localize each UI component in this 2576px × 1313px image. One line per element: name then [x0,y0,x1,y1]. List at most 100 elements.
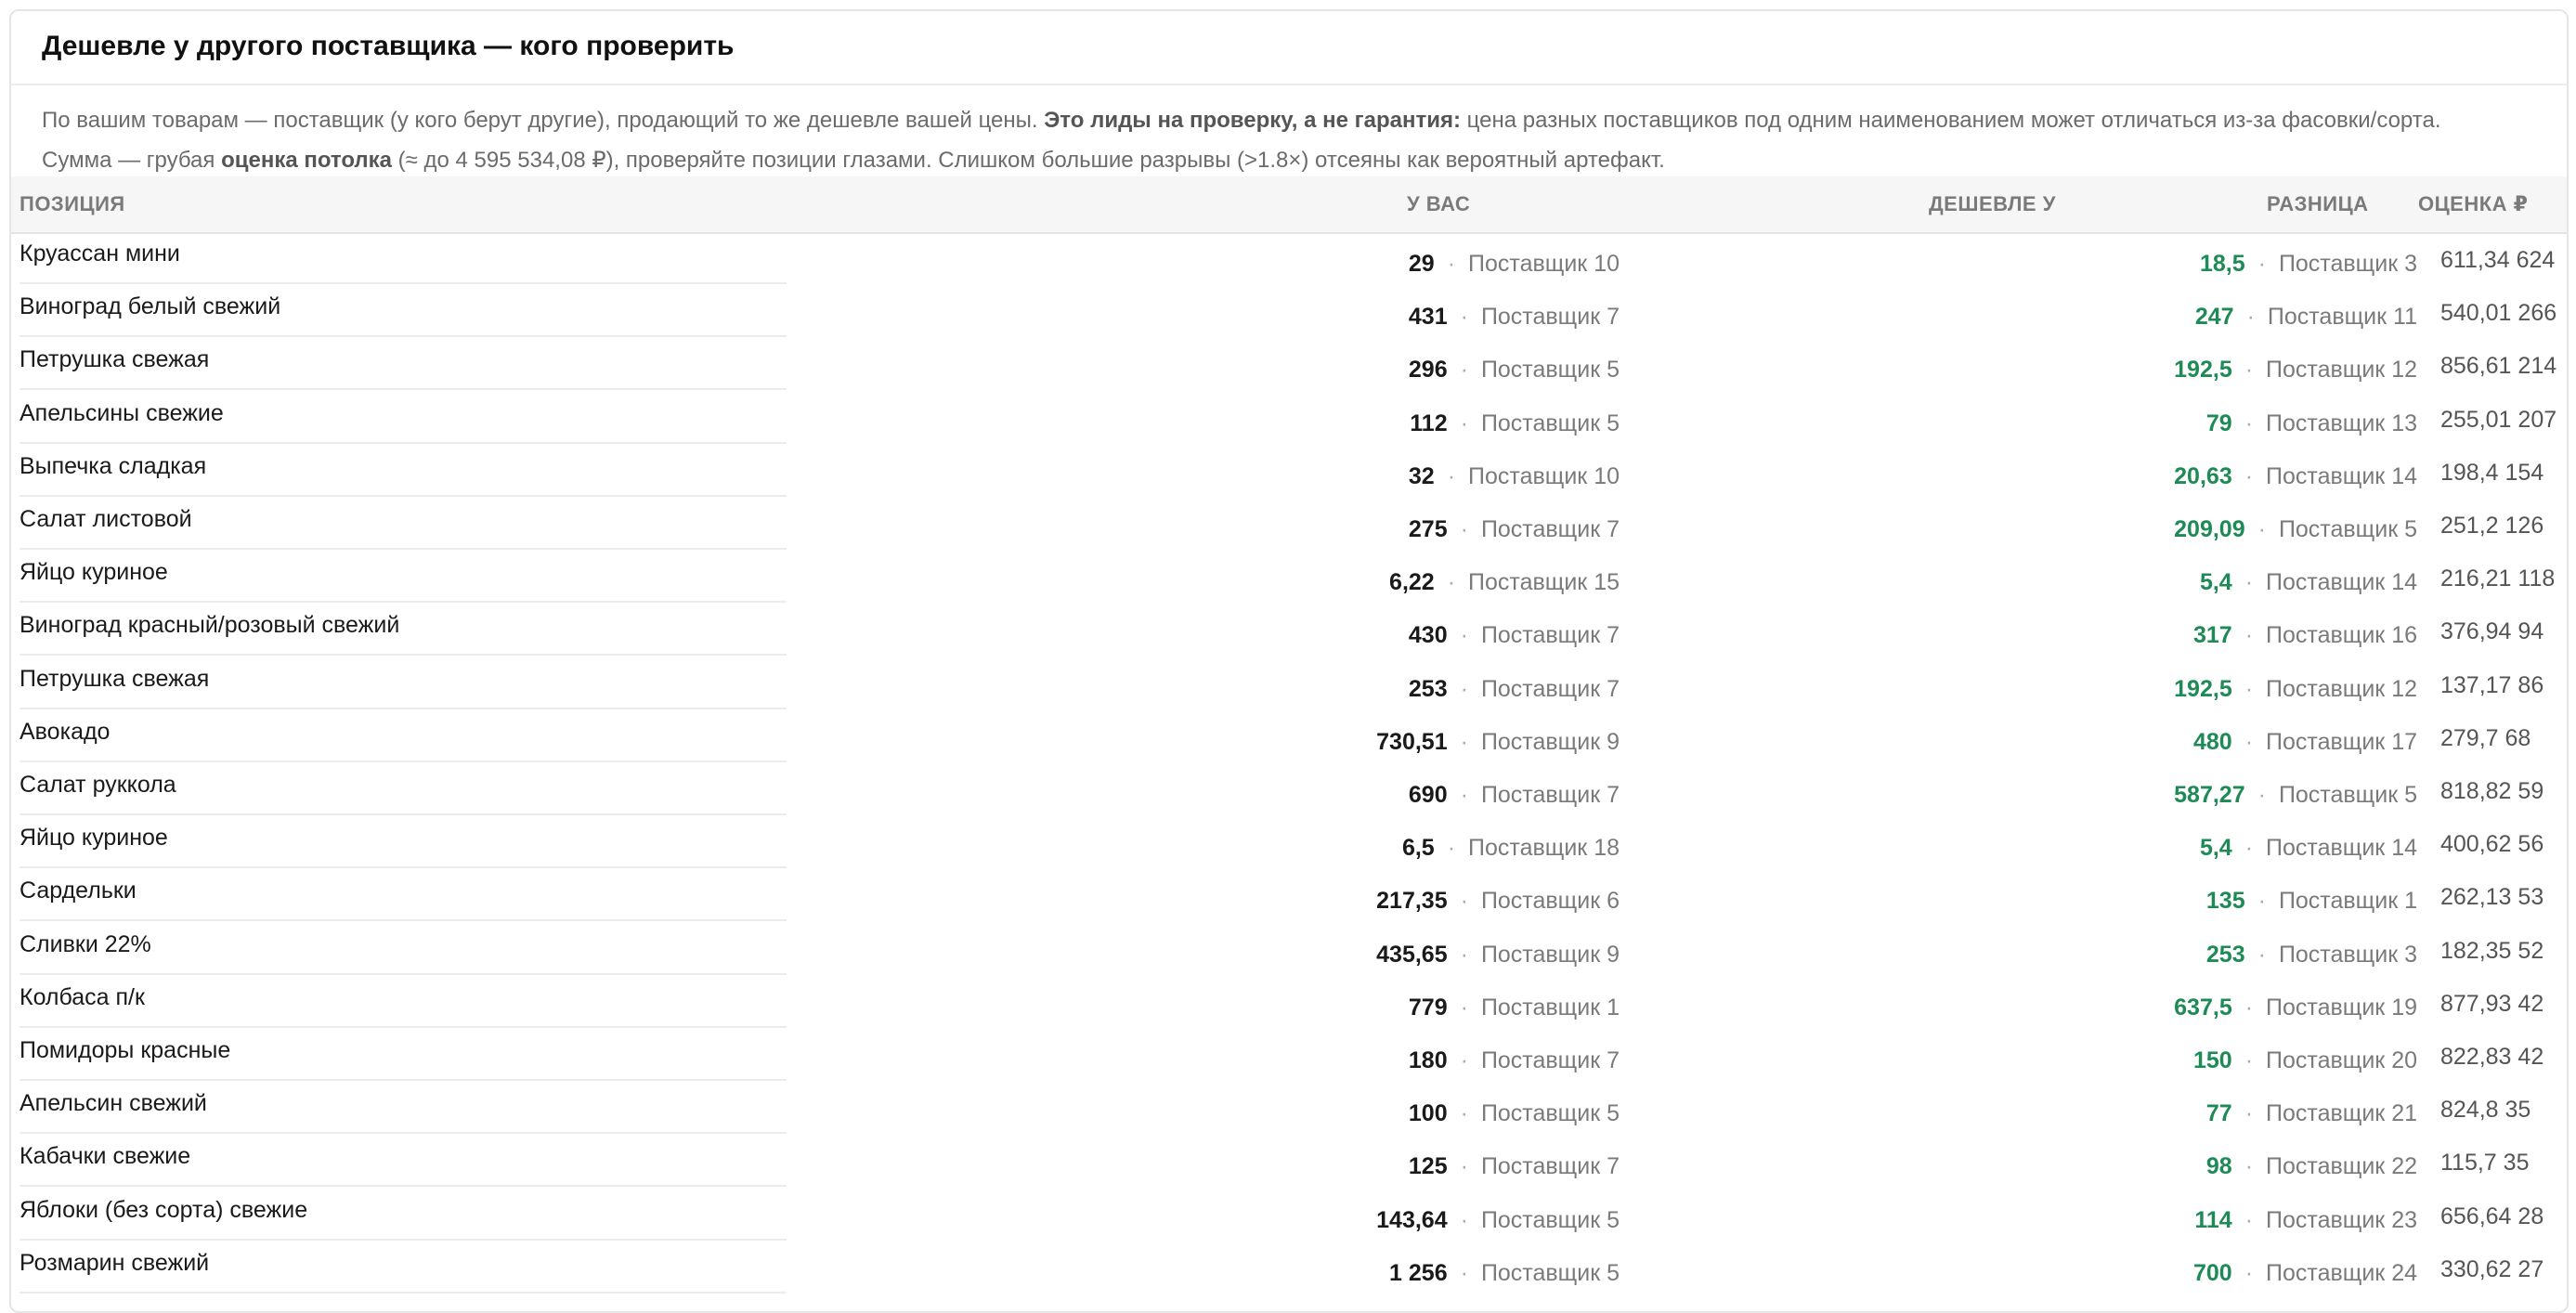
table-row[interactable]: Петрушка свежая 296 · Поставщик 5 192,5 · Пост… [11,338,2567,391]
table-row[interactable]: Сардельки 217,35 · Поставщик 6 135 · Поставщик… [11,869,2567,922]
table-row[interactable]: Помидоры красные 180 · Поставщик 7 150 · Поста… [11,1029,2567,1082]
table-row[interactable]: Яйцо куриное 6,5 · Поставщик 18 5,4 · Поставщи… [11,816,2567,869]
estimate-value: 207 255,01 [2440,406,2557,433]
your-price: 296 [1408,357,1448,384]
table-row[interactable]: Выпечка сладкая 32 · Поставщик 10 20,63 · Пост… [11,445,2567,498]
estimate-value: 27 330,62 [2440,1255,2544,1282]
cheaper-price-cell: 480 · Поставщик 17 [2193,710,2417,762]
your-price: 100 [1408,1100,1448,1127]
description-text: цена разных поставщиков под одним наимен… [1461,108,2441,133]
cheaper-price: 700 [2193,1259,2232,1286]
cheaper-supplier: Поставщик 14 [2266,462,2417,489]
separator-dot: · [2244,569,2254,596]
your-supplier: Поставщик 10 [1468,462,1620,489]
cheaper-price: 209,09 [2174,516,2245,542]
cheaper-price-cell: 192,5 · Поставщик 12 [2174,657,2417,709]
column-header-estimate[interactable]: ОЦЕНКА ₽ [2418,192,2528,216]
cheaper-price-cell: 209,09 · Поставщик 5 [2174,498,2417,550]
table-row[interactable]: Розмарин свежий 1 256 · Поставщик 5 700 · Пост… [11,1242,2567,1294]
separator-dot: · [2244,1206,2254,1233]
your-price-cell: 430 · Поставщик 7 [1409,604,1620,656]
estimate-value: 94 376,94 [2440,618,2544,645]
separator-dot: · [2244,1259,2254,1286]
cheaper-supplier: Поставщик 23 [2266,1206,2417,1233]
your-supplier: Поставщик 7 [1480,675,1620,702]
separator-dot: · [2244,1047,2254,1073]
table-row[interactable]: Салат руккола 690 · Поставщик 7 587,27 · Поста… [11,763,2567,816]
your-price-cell: 217,35 · Поставщик 6 [1376,869,1620,921]
your-supplier: Поставщик 9 [1480,941,1620,968]
cheaper-price: 98 [2205,1153,2232,1180]
cheaper-price-cell: 700 · Поставщик 24 [2193,1242,2417,1294]
separator-dot: · [2244,1153,2254,1180]
your-supplier: Поставщик 7 [1480,1047,1620,1073]
separator-dot: · [2257,888,2266,915]
cheaper-supplier: Поставщик 21 [2266,1100,2417,1127]
cheaper-price: 77 [2205,1100,2232,1127]
cheaper-price: 135 [2205,888,2245,915]
position-name: Салат руккола [20,763,787,815]
your-price-cell: 275 · Поставщик 7 [1409,498,1620,550]
your-supplier: Поставщик 7 [1480,1153,1620,1180]
cheaper-supplier: Поставщик 14 [2266,835,2417,862]
cheaper-supplier: Поставщик 19 [2266,994,2417,1020]
table-row[interactable]: Авокадо 730,51 · Поставщик 9 480 · Поставщик 1… [11,710,2567,763]
cheaper-price-cell: 135 · Поставщик 1 [2206,869,2417,921]
table-row[interactable]: Апельсин свежий 100 · Поставщик 5 77 · Поставщ… [11,1082,2567,1135]
separator-dot: · [2244,410,2254,436]
separator-dot: · [2244,728,2254,755]
your-price: 125 [1408,1153,1448,1180]
column-header-diff[interactable]: РАЗНИЦА [2267,192,2369,216]
column-header-position[interactable]: ПОЗИЦИЯ [20,192,125,216]
table-row[interactable]: Яйцо куриное 6,22 · Поставщик 15 5,4 · Поставщ… [11,551,2567,604]
cheaper-price-cell: 150 · Поставщик 20 [2193,1029,2417,1081]
your-price: 779 [1408,994,1448,1020]
your-price: 431 [1408,304,1448,331]
estimate-value: 214 856,61 [2440,353,2557,380]
table-row[interactable]: Виноград красный/розовый свежий 430 · Поста… [11,604,2567,656]
cheaper-supplier: Поставщик 17 [2266,728,2417,755]
table-row[interactable]: Виноград белый свежий 431 · Поставщик 7 247 ·… [11,285,2567,338]
description-text: По вашим товарам — поставщик (у кого бер… [42,108,1045,133]
table-row[interactable]: Апельсины свежие 112 · Поставщик 5 79 · Постав… [11,392,2567,445]
column-header-yours[interactable]: У ВАС [1407,192,1470,216]
your-supplier: Поставщик 5 [1480,1259,1620,1286]
your-price: 690 [1408,782,1448,808]
separator-dot: · [2244,1100,2254,1127]
table-row[interactable]: Круассан мини 29 · Поставщик 10 18,5 · Поставщ… [11,232,2567,285]
separator-dot: · [1447,569,1456,596]
cheaper-supplier: Поставщик 22 [2266,1153,2417,1180]
cheaper-price: 5,4 [2199,835,2232,862]
cheaper-price-cell: 5,4 · Поставщик 14 [2200,816,2417,868]
separator-dot: · [2257,251,2266,277]
column-header-cheaper[interactable]: ДЕШЕВЛЕ У [1929,192,2056,216]
estimate-value: 126 251,2 [2440,513,2544,539]
position-name: Круассан мини [20,232,787,284]
separator-dot: · [1460,622,1468,649]
description-bold: Это лиды на проверку, а не гарантия: [1044,108,1462,133]
description-bold: оценка потолка [221,148,393,173]
estimate-value: 59 818,82 [2440,778,2544,804]
separator-dot: · [1460,410,1468,436]
table-row[interactable]: Яблоки (без сорта) свежие 143,64 · Поставщи… [11,1189,2567,1242]
position-name: Виноград красный/розовый свежий [20,604,787,656]
your-price-cell: 32 · Поставщик 10 [1409,445,1620,497]
cheaper-price-cell: 253 · Поставщик 3 [2206,923,2417,975]
position-name: Яйцо куриное [20,816,787,869]
cheaper-price: 253 [2205,941,2245,968]
your-price: 430 [1408,622,1448,649]
your-price-cell: 296 · Поставщик 5 [1409,338,1620,390]
table-row[interactable]: Кабачки свежие 125 · Поставщик 7 98 · Поставщи… [11,1135,2567,1188]
table-row[interactable]: Салат листовой 275 · Поставщик 7 209,09 · Пост… [11,498,2567,551]
separator-dot: · [2244,357,2254,384]
card-description: По вашим товарам — поставщик (у кого бер… [42,100,2549,180]
table-row[interactable]: Сливки 22% 435,65 · Поставщик 9 253 · Поставщи… [11,923,2567,976]
separator-dot: · [1460,888,1468,915]
your-price-cell: 100 · Поставщик 5 [1409,1082,1620,1134]
position-name: Кабачки свежие [20,1135,787,1188]
cheaper-supplier: Поставщик 12 [2266,357,2417,384]
your-price: 112 [1410,410,1448,436]
your-price-cell: 6,22 · Поставщик 15 [1389,551,1620,603]
table-row[interactable]: Петрушка свежая 253 · Поставщик 7 192,5 · Пост… [11,657,2567,710]
table-row[interactable]: Колбаса п/к 779 · Поставщик 1 637,5 · Поставщи… [11,976,2567,1029]
